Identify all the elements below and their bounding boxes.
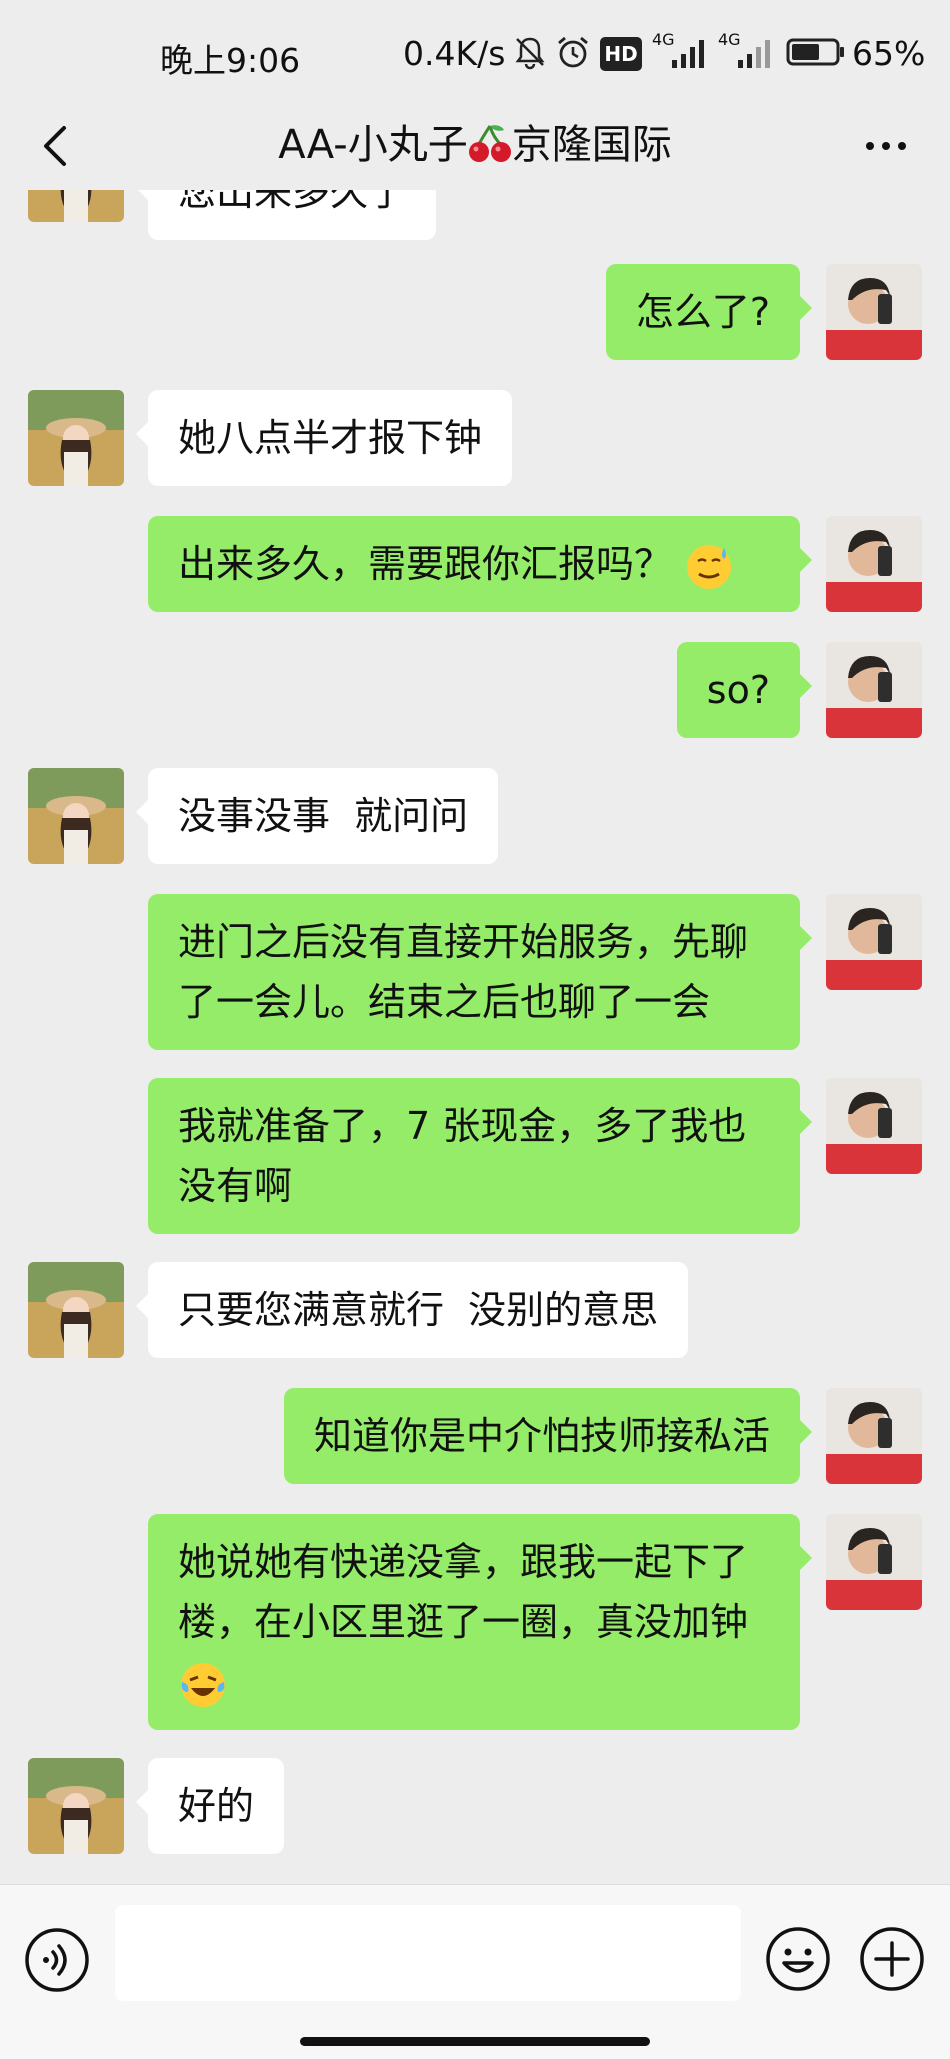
input-bar [0, 1884, 950, 2059]
my-avatar[interactable] [826, 642, 922, 738]
my-avatar[interactable] [826, 516, 922, 612]
message-bubble[interactable]: 没事没事 就问问 [135, 768, 499, 864]
network-speed: 0.4K/s [403, 34, 506, 73]
message-bubble[interactable]: 出来多久，需要跟你汇报吗？ [148, 516, 812, 612]
contact-avatar[interactable] [28, 190, 124, 222]
chat-title: AA-小丸子 京隆国际 [0, 112, 950, 170]
message-bubble[interactable]: 她八点半才报下钟 [135, 390, 513, 486]
message-text: 出来多久，需要跟你汇报吗？ [178, 542, 673, 586]
chat-title-prefix: AA-小丸子 [278, 122, 468, 168]
chat-title-suffix: 京隆国际 [511, 122, 672, 168]
laugh-cry-icon [181, 1662, 225, 1707]
hd-badge: HD [600, 37, 642, 71]
alarm-icon [558, 36, 588, 68]
status-bar: 晚上9:06 0.4K/s HD 4G 4G 65% [0, 0, 950, 110]
mute-bell-icon [515, 37, 545, 70]
contact-avatar[interactable] [28, 768, 124, 864]
voice-input-icon[interactable] [24, 1927, 90, 1993]
message-bubble[interactable]: 进门之后没有直接开始服务，先聊了一会儿。结束之后也聊了一会 [148, 894, 812, 1050]
more-options-icon[interactable] [856, 116, 916, 176]
emoji-button-icon[interactable] [764, 1925, 832, 1993]
signal-bars-icon-2 [738, 40, 770, 68]
battery-icon [786, 38, 844, 66]
message-bubble[interactable]: 她说她有快递没拿，跟我一起下了楼，在小区里逛了一圈，真没加钟 [148, 1514, 812, 1730]
signal-bars-icon-1 [672, 40, 704, 68]
message-bubble[interactable]: 我就准备了，7 张现金，多了我也没有啊 [148, 1078, 812, 1234]
message-list[interactable]: 您出来多久了 怎么了? 她八点半才报下钟 出来多久，需要跟你汇报吗？ so? 没… [0, 190, 950, 1880]
message-input[interactable] [115, 1905, 741, 2001]
message-bubble[interactable]: 您出来多久了 [135, 190, 437, 240]
my-avatar[interactable] [826, 1078, 922, 1174]
sweat-smile-icon [687, 544, 732, 589]
message-bubble[interactable]: 好的 [135, 1758, 285, 1854]
my-avatar[interactable] [826, 894, 922, 990]
home-indicator[interactable] [300, 2037, 650, 2046]
message-text: 她说她有快递没拿，跟我一起下了楼，在小区里逛了一圈，真没加钟 [178, 1540, 749, 1644]
contact-avatar[interactable] [28, 390, 124, 486]
more-functions-plus-icon[interactable] [858, 1925, 926, 1993]
my-avatar[interactable] [826, 1388, 922, 1484]
my-avatar[interactable] [826, 264, 922, 360]
message-bubble[interactable]: so? [676, 642, 813, 738]
chat-header: AA-小丸子 京隆国际 [0, 110, 950, 200]
battery-percent: 65% [852, 34, 926, 73]
message-bubble[interactable]: 怎么了? [605, 264, 813, 360]
message-bubble[interactable]: 只要您满意就行 没别的意思 [135, 1262, 689, 1358]
cherry-icon [468, 125, 511, 162]
contact-avatar[interactable] [28, 1262, 124, 1358]
message-bubble[interactable]: 知道你是中介怕技师接私活 [283, 1388, 813, 1484]
contact-avatar[interactable] [28, 1758, 124, 1854]
my-avatar[interactable] [826, 1514, 922, 1610]
status-time: 晚上9:06 [160, 41, 301, 80]
